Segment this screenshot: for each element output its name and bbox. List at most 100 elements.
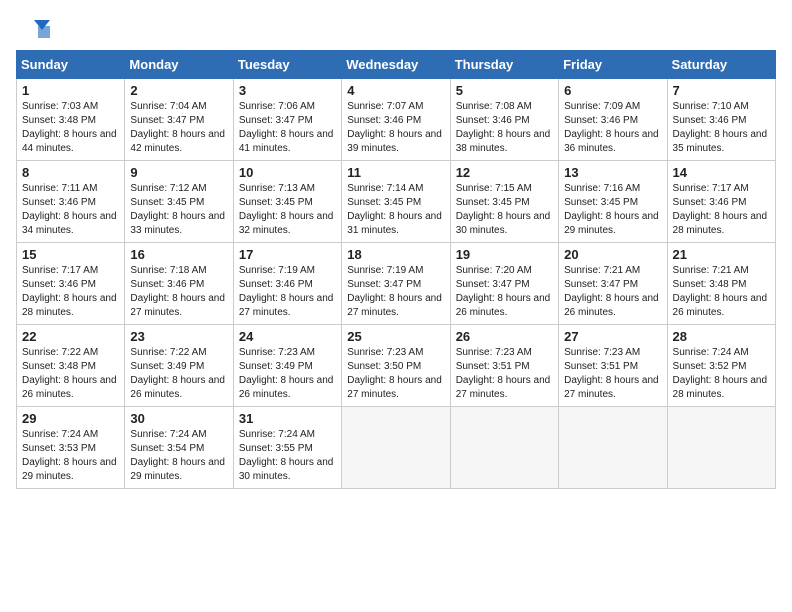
header-thursday: Thursday [450, 51, 558, 79]
day-info: Sunrise: 7:06 AMSunset: 3:47 PMDaylight:… [239, 100, 336, 156]
day-number: 27 [564, 329, 661, 344]
calendar-cell: 29 Sunrise: 7:24 AMSunset: 3:53 PMDayligh… [17, 407, 125, 489]
day-number: 7 [673, 83, 770, 98]
day-number: 26 [456, 329, 553, 344]
calendar-cell: 9 Sunrise: 7:12 AMSunset: 3:45 PMDaylight… [125, 161, 233, 243]
day-info: Sunrise: 7:23 AMSunset: 3:49 PMDaylight:… [239, 346, 336, 402]
day-number: 1 [22, 83, 119, 98]
day-number: 12 [456, 165, 553, 180]
logo-icon [16, 16, 50, 42]
calendar-cell: 18Sunrise: 7:19 AMSunset: 3:47 PMDayligh… [342, 243, 450, 325]
header-friday: Friday [559, 51, 667, 79]
day-info: Sunrise: 7:11 AMSunset: 3:46 PMDaylight:… [22, 182, 119, 238]
day-info: Sunrise: 7:19 AMSunset: 3:46 PMDaylight:… [239, 264, 336, 320]
day-number: 14 [673, 165, 770, 180]
day-number: 4 [347, 83, 444, 98]
day-info: Sunrise: 7:23 AMSunset: 3:50 PMDaylight:… [347, 346, 444, 402]
calendar-week-row: 1 Sunrise: 7:03 AMSunset: 3:48 PMDaylight… [17, 79, 776, 161]
day-info: Sunrise: 7:10 AMSunset: 3:46 PMDaylight:… [673, 100, 770, 156]
day-info: Sunrise: 7:24 AMSunset: 3:55 PMDaylight:… [239, 428, 336, 484]
calendar-cell: 21 Sunrise: 7:21 AMSunset: 3:48 PMDayligh… [667, 243, 775, 325]
calendar-week-row: 15 Sunrise: 7:17 AMSunset: 3:46 PMDayligh… [17, 243, 776, 325]
day-number: 17 [239, 247, 336, 262]
day-number: 15 [22, 247, 119, 262]
day-info: Sunrise: 7:22 AMSunset: 3:48 PMDaylight:… [22, 346, 119, 402]
calendar-cell: 20Sunrise: 7:21 AMSunset: 3:47 PMDayligh… [559, 243, 667, 325]
calendar-cell: 24 Sunrise: 7:23 AMSunset: 3:49 PMDayligh… [233, 325, 341, 407]
day-info: Sunrise: 7:09 AMSunset: 3:46 PMDaylight:… [564, 100, 661, 156]
calendar-cell: 27 Sunrise: 7:23 AMSunset: 3:51 PMDayligh… [559, 325, 667, 407]
calendar-cell: 26 Sunrise: 7:23 AMSunset: 3:51 PMDayligh… [450, 325, 558, 407]
calendar-cell: 30 Sunrise: 7:24 AMSunset: 3:54 PMDayligh… [125, 407, 233, 489]
calendar-cell: 25 Sunrise: 7:23 AMSunset: 3:50 PMDayligh… [342, 325, 450, 407]
day-number: 9 [130, 165, 227, 180]
page-header [16, 16, 776, 42]
header-sunday: Sunday [17, 51, 125, 79]
calendar-cell: 12 Sunrise: 7:15 AMSunset: 3:45 PMDayligh… [450, 161, 558, 243]
day-info: Sunrise: 7:22 AMSunset: 3:49 PMDaylight:… [130, 346, 227, 402]
calendar-cell [559, 407, 667, 489]
day-info: Sunrise: 7:23 AMSunset: 3:51 PMDaylight:… [456, 346, 553, 402]
day-number: 19 [456, 247, 553, 262]
calendar-cell: 7 Sunrise: 7:10 AMSunset: 3:46 PMDaylight… [667, 79, 775, 161]
calendar-week-row: 22 Sunrise: 7:22 AMSunset: 3:48 PMDayligh… [17, 325, 776, 407]
header-monday: Monday [125, 51, 233, 79]
calendar-cell: 19Sunrise: 7:20 AMSunset: 3:47 PMDayligh… [450, 243, 558, 325]
day-info: Sunrise: 7:21 AMSunset: 3:48 PMDaylight:… [673, 264, 770, 320]
day-number: 10 [239, 165, 336, 180]
day-number: 24 [239, 329, 336, 344]
day-info: Sunrise: 7:24 AMSunset: 3:54 PMDaylight:… [130, 428, 227, 484]
calendar-cell: 28 Sunrise: 7:24 AMSunset: 3:52 PMDayligh… [667, 325, 775, 407]
day-number: 13 [564, 165, 661, 180]
calendar-cell: 22 Sunrise: 7:22 AMSunset: 3:48 PMDayligh… [17, 325, 125, 407]
calendar-cell: 4Sunrise: 7:07 AMSunset: 3:46 PMDaylight… [342, 79, 450, 161]
day-info: Sunrise: 7:17 AMSunset: 3:46 PMDaylight:… [22, 264, 119, 320]
day-number: 18 [347, 247, 444, 262]
calendar-cell [667, 407, 775, 489]
calendar-week-row: 8Sunrise: 7:11 AMSunset: 3:46 PMDaylight… [17, 161, 776, 243]
calendar-cell: 10Sunrise: 7:13 AMSunset: 3:45 PMDayligh… [233, 161, 341, 243]
day-info: Sunrise: 7:12 AMSunset: 3:45 PMDaylight:… [130, 182, 227, 238]
day-info: Sunrise: 7:23 AMSunset: 3:51 PMDaylight:… [564, 346, 661, 402]
calendar-cell [342, 407, 450, 489]
header-saturday: Saturday [667, 51, 775, 79]
day-info: Sunrise: 7:03 AMSunset: 3:48 PMDaylight:… [22, 100, 119, 156]
calendar-week-row: 29 Sunrise: 7:24 AMSunset: 3:53 PMDayligh… [17, 407, 776, 489]
calendar-cell [450, 407, 558, 489]
day-info: Sunrise: 7:17 AMSunset: 3:46 PMDaylight:… [673, 182, 770, 238]
header-tuesday: Tuesday [233, 51, 341, 79]
day-number: 22 [22, 329, 119, 344]
calendar-cell: 5 Sunrise: 7:08 AMSunset: 3:46 PMDaylight… [450, 79, 558, 161]
day-number: 25 [347, 329, 444, 344]
calendar-cell: 15 Sunrise: 7:17 AMSunset: 3:46 PMDayligh… [17, 243, 125, 325]
day-info: Sunrise: 7:15 AMSunset: 3:45 PMDaylight:… [456, 182, 553, 238]
day-info: Sunrise: 7:08 AMSunset: 3:46 PMDaylight:… [456, 100, 553, 156]
day-number: 29 [22, 411, 119, 426]
logo [16, 16, 54, 42]
calendar-cell: 17 Sunrise: 7:19 AMSunset: 3:46 PMDayligh… [233, 243, 341, 325]
day-number: 5 [456, 83, 553, 98]
day-number: 21 [673, 247, 770, 262]
day-number: 11 [347, 165, 444, 180]
calendar-cell: 23Sunrise: 7:22 AMSunset: 3:49 PMDayligh… [125, 325, 233, 407]
day-number: 31 [239, 411, 336, 426]
calendar-cell: 1 Sunrise: 7:03 AMSunset: 3:48 PMDaylight… [17, 79, 125, 161]
day-number: 30 [130, 411, 227, 426]
calendar-cell: 31 Sunrise: 7:24 AMSunset: 3:55 PMDayligh… [233, 407, 341, 489]
day-info: Sunrise: 7:04 AMSunset: 3:47 PMDaylight:… [130, 100, 227, 156]
calendar-header-row: SundayMondayTuesdayWednesdayThursdayFrid… [17, 51, 776, 79]
day-number: 28 [673, 329, 770, 344]
calendar-cell: 8Sunrise: 7:11 AMSunset: 3:46 PMDaylight… [17, 161, 125, 243]
calendar-cell: 2 Sunrise: 7:04 AMSunset: 3:47 PMDaylight… [125, 79, 233, 161]
day-number: 20 [564, 247, 661, 262]
day-info: Sunrise: 7:16 AMSunset: 3:45 PMDaylight:… [564, 182, 661, 238]
calendar-cell: 16Sunrise: 7:18 AMSunset: 3:46 PMDayligh… [125, 243, 233, 325]
header-wednesday: Wednesday [342, 51, 450, 79]
day-info: Sunrise: 7:14 AMSunset: 3:45 PMDaylight:… [347, 182, 444, 238]
calendar-cell: 11 Sunrise: 7:14 AMSunset: 3:45 PMDayligh… [342, 161, 450, 243]
day-info: Sunrise: 7:24 AMSunset: 3:53 PMDaylight:… [22, 428, 119, 484]
day-info: Sunrise: 7:24 AMSunset: 3:52 PMDaylight:… [673, 346, 770, 402]
day-number: 2 [130, 83, 227, 98]
calendar-cell: 3Sunrise: 7:06 AMSunset: 3:47 PMDaylight… [233, 79, 341, 161]
calendar-table: SundayMondayTuesdayWednesdayThursdayFrid… [16, 50, 776, 489]
